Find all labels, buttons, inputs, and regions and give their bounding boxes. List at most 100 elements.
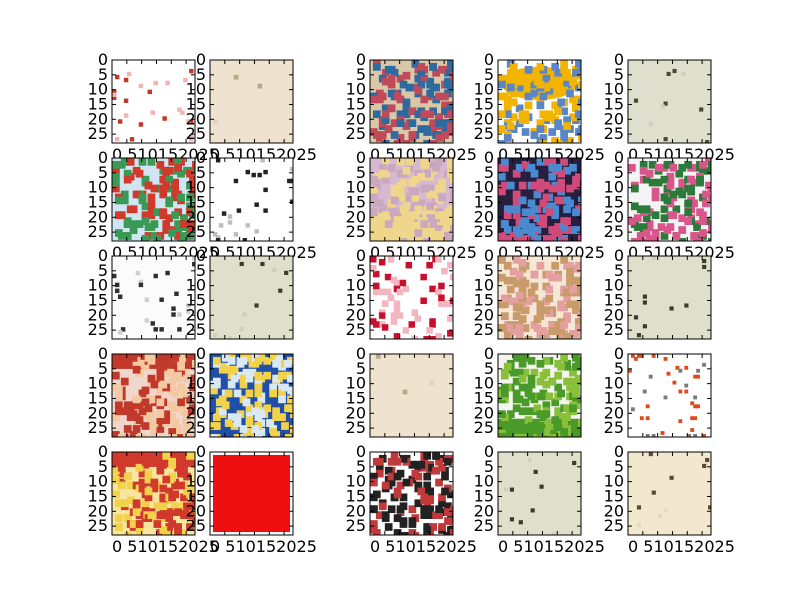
tile-pixel (560, 428, 568, 436)
tile-pixel (423, 472, 432, 481)
tile-pixel (432, 163, 440, 172)
tile-pixel (375, 134, 384, 142)
tile-pixel (572, 330, 580, 338)
tile-pixel (159, 502, 168, 511)
tile-pixel (702, 264, 707, 270)
tile-pixel (536, 261, 545, 270)
tile-pixel (515, 270, 524, 279)
tile-pixel (177, 362, 185, 371)
image-subplot: 0510152025 (474, 344, 582, 438)
tile-pixel (144, 487, 153, 496)
tile-pixel (578, 428, 581, 436)
tile-pixel (162, 166, 171, 175)
tile-pixel (636, 523, 642, 528)
tile-pixel (578, 98, 581, 107)
tile-pixel (521, 279, 530, 288)
tile-pixel (396, 312, 404, 319)
tile-pixel (370, 505, 378, 514)
tile-pixel (524, 92, 533, 101)
tile-pixel (551, 62, 560, 71)
tile-pixel (432, 452, 440, 460)
tile-pixel (135, 169, 144, 178)
tile-pixel (171, 389, 179, 398)
tile-pixel (536, 101, 545, 110)
tile-pixel (150, 110, 155, 115)
tile-pixel (112, 354, 120, 362)
tile-pixel (702, 190, 710, 199)
tile-pixel (405, 83, 414, 92)
tile-pixel (521, 128, 530, 136)
tile-pixel (429, 190, 437, 199)
tile-pixel (245, 169, 251, 175)
tile-pixel (138, 83, 144, 89)
tile-pixel (239, 425, 248, 433)
tile-pixel (126, 205, 135, 214)
tile-pixel (123, 113, 129, 118)
tile-pixel (666, 181, 675, 190)
tile-pixel (112, 92, 117, 98)
tile-pixel (684, 199, 693, 208)
tile-pixel (524, 386, 533, 395)
tile-pixel (498, 324, 506, 332)
tile-pixel (402, 166, 411, 175)
tile-pixel (527, 356, 536, 365)
tile-pixel (396, 505, 405, 514)
tile-pixel (699, 107, 704, 112)
tile-pixel (162, 475, 171, 484)
tile-pixel (212, 422, 221, 430)
tile-pixel (536, 410, 545, 419)
image-subplot: 05101520250 510152025 (474, 50, 605, 164)
tile-pixel (387, 163, 396, 172)
tile-pixel (663, 395, 668, 400)
tile-pixel (112, 383, 120, 392)
tile-pixel (159, 484, 168, 493)
tile-pixel (227, 380, 236, 389)
tile-pixel (177, 312, 182, 317)
tile-pixel (642, 300, 647, 305)
tile-pixel (147, 452, 156, 460)
tile-pixel (245, 223, 251, 228)
image-subplot: 05101520250 510152025 (604, 442, 735, 556)
tile-background (628, 354, 711, 437)
tile-pixel (500, 158, 509, 166)
tile-pixel (539, 484, 544, 489)
tile-pixel (393, 472, 402, 481)
tile-pixel (147, 354, 156, 362)
tile-pixel (129, 137, 135, 142)
tile-pixel (500, 389, 509, 398)
tile-pixel (390, 276, 398, 284)
tile-pixel (557, 362, 565, 371)
ytick-label: 25 (346, 124, 366, 143)
tile-pixel (120, 377, 129, 386)
tile-pixel (417, 487, 426, 496)
tile-pixel (396, 288, 404, 296)
tile-pixel (420, 496, 429, 505)
tile-pixel (420, 110, 429, 119)
tile-pixel (500, 371, 509, 380)
tile-pixel (159, 327, 164, 332)
tile-pixel (438, 211, 446, 220)
tile-pixel (393, 92, 402, 101)
tile-pixel (171, 312, 176, 317)
tile-pixel (227, 220, 233, 225)
tile-pixel (144, 297, 150, 302)
tile-pixel (536, 359, 545, 368)
tile-pixel (147, 158, 156, 166)
tile-pixel (144, 318, 150, 323)
tile-pixel (254, 356, 263, 365)
tile-pixel (114, 137, 120, 142)
tile-pixel (402, 389, 408, 395)
tile-pixel (575, 276, 581, 285)
tile-pixel (168, 434, 177, 437)
ytick-label: 25 (474, 516, 494, 535)
tile-pixel (402, 71, 411, 80)
tile-pixel (114, 196, 123, 205)
tile-pixel (630, 184, 639, 193)
tile-pixel (417, 460, 426, 469)
tile-pixel (642, 389, 647, 394)
tile-pixel (114, 74, 120, 80)
tile-pixel (651, 193, 660, 202)
tile-pixel (666, 223, 675, 231)
tile-pixel (269, 389, 277, 398)
tile-pixel (420, 95, 429, 104)
